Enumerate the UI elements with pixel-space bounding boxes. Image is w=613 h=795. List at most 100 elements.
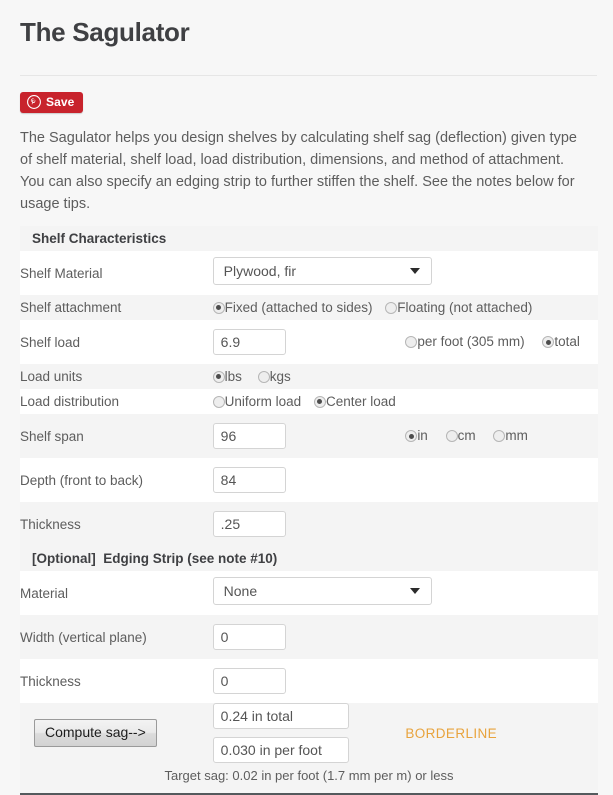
- shelf-material-label: Shelf Material: [20, 265, 103, 281]
- thickness-input[interactable]: [212, 511, 286, 537]
- depth-input-cell: [212, 458, 598, 502]
- span-unit-option-mm[interactable]: mm: [493, 426, 528, 446]
- pinterest-save-button[interactable]: Save: [20, 92, 84, 113]
- row-thickness: Thickness: [20, 502, 598, 546]
- radio-cm[interactable]: [445, 430, 458, 442]
- save-button-label: Save: [46, 95, 75, 109]
- load-distribution-option-uniform[interactable]: Uniform load: [212, 392, 302, 412]
- sagulator-page: The Sagulator Save The Sagulator helps y…: [0, 0, 613, 795]
- load-distribution-radio-group: Uniform load Center load: [212, 389, 598, 414]
- shelf-span-label: Shelf span: [20, 428, 84, 444]
- edging-material-value: None: [223, 582, 258, 599]
- chevron-down-icon: [409, 587, 420, 594]
- intro-paragraph: The Sagulator helps you design shelves b…: [20, 130, 577, 212]
- row-shelf-load: Shelf load per foot (305 mm) total: [20, 320, 598, 364]
- attachment-option-fixed[interactable]: Fixed (attached to sides): [212, 298, 373, 318]
- load-basis-total-label: total: [554, 334, 580, 349]
- row-target-note: Target sag: 0.02 in per foot (1.7 mm per…: [20, 763, 598, 790]
- span-unit-option-in[interactable]: in: [405, 426, 428, 446]
- row-load-distribution: Load distribution Uniform load Center lo…: [20, 389, 598, 414]
- load-units-radio-group: lbs kgs: [212, 364, 598, 389]
- row-results: Compute sag--> BORDERLINE: [20, 703, 598, 763]
- load-distribution-center-label: Center load: [325, 393, 396, 409]
- results-fields-cell: [212, 703, 406, 763]
- thickness-input-cell: [212, 502, 598, 546]
- load-units-lbs-label: lbs: [224, 368, 242, 384]
- load-units-option-lbs[interactable]: lbs: [212, 367, 242, 387]
- load-units-option-kgs[interactable]: kgs: [257, 367, 291, 387]
- load-units-label: Load units: [20, 369, 83, 384]
- radio-uniform-load[interactable]: [212, 395, 225, 408]
- thickness-label: Thickness: [20, 516, 81, 532]
- shelf-span-input[interactable]: [212, 423, 286, 449]
- span-unit-cm-label: cm: [457, 428, 476, 443]
- shelf-attachment-radio-group: Fixed (attached to sides) Floating (not …: [212, 295, 598, 320]
- target-sag-note: Target sag: 0.02 in per foot (1.7 mm per…: [20, 763, 598, 790]
- edging-heading-rest: Edging Strip (see note #10): [103, 551, 278, 566]
- edging-width-label: Width (vertical plane): [20, 629, 147, 645]
- radio-floating[interactable]: [385, 301, 398, 314]
- radio-lbs[interactable]: [212, 370, 225, 383]
- span-unit-radio-group: in cm mm: [405, 414, 598, 458]
- load-distribution-option-center[interactable]: Center load: [313, 392, 396, 412]
- radio-kgs[interactable]: [257, 370, 270, 383]
- attachment-option-floating[interactable]: Floating (not attached): [385, 298, 532, 318]
- depth-label: Depth (front to back): [20, 472, 144, 488]
- chevron-down-icon: [409, 267, 420, 274]
- edging-width-input-cell: [212, 615, 598, 659]
- content-area: The Sagulator Save The Sagulator helps y…: [0, 0, 613, 795]
- compute-sag-button[interactable]: Compute sag-->: [34, 719, 157, 747]
- verdict-text: BORDERLINE: [405, 725, 498, 741]
- edging-section-heading: [Optional] Edging Strip (see note #10): [20, 546, 598, 571]
- shelf-load-label: Shelf load: [20, 334, 81, 350]
- row-edging-thickness: Thickness: [20, 659, 598, 703]
- row-shelf-attachment: Shelf attachment Fixed (attached to side…: [20, 295, 598, 320]
- span-unit-in-label: in: [417, 428, 428, 443]
- shelf-load-input[interactable]: [212, 329, 286, 355]
- load-basis-per-foot-label: per foot (305 mm): [417, 334, 525, 349]
- sagulator-form: Shelf Characteristics Shelf Material Ply…: [20, 226, 598, 790]
- page-title: The Sagulator: [20, 17, 190, 47]
- shelf-span-input-cell: [212, 414, 406, 458]
- shelf-section-header: Shelf Characteristics: [20, 226, 598, 251]
- radio-fixed[interactable]: [212, 301, 225, 314]
- load-distribution-uniform-label: Uniform load: [224, 393, 302, 409]
- edging-thickness-label: Thickness: [20, 673, 81, 689]
- span-unit-option-cm[interactable]: cm: [445, 426, 476, 446]
- shelf-load-input-cell: [212, 320, 406, 364]
- edging-material-select[interactable]: None: [212, 576, 432, 605]
- row-shelf-span: Shelf span in cm mm: [20, 414, 598, 458]
- edging-width-input[interactable]: [212, 624, 286, 650]
- attachment-floating-label: Floating (not attached): [397, 299, 533, 315]
- shelf-material-value: Plywood, fir: [223, 262, 297, 279]
- row-edging-width: Width (vertical plane): [20, 615, 598, 659]
- row-load-units: Load units lbs kgs: [20, 364, 598, 389]
- shelf-section-heading: Shelf Characteristics: [20, 226, 598, 251]
- radio-per-foot[interactable]: [405, 336, 418, 348]
- save-button-wrapper: Save: [20, 76, 597, 114]
- attachment-fixed-label: Fixed (attached to sides): [224, 299, 373, 315]
- compute-button-cell: Compute sag-->: [20, 703, 213, 763]
- pinterest-icon: [27, 95, 41, 109]
- radio-in[interactable]: [405, 430, 418, 442]
- radio-center-load[interactable]: [313, 395, 326, 408]
- row-shelf-material: Shelf Material Plywood, fir: [20, 251, 598, 295]
- sag-per-foot-output: [212, 737, 349, 763]
- edging-thickness-input[interactable]: [212, 668, 286, 694]
- depth-input[interactable]: [212, 467, 286, 493]
- row-depth: Depth (front to back): [20, 458, 598, 502]
- radio-total[interactable]: [542, 336, 555, 348]
- edging-heading-bracket: [Optional]: [32, 551, 96, 566]
- edging-material-label: Material: [20, 585, 69, 601]
- edging-section-header: [Optional] Edging Strip (see note #10): [20, 546, 598, 571]
- radio-mm[interactable]: [493, 430, 506, 442]
- shelf-material-select[interactable]: Plywood, fir: [212, 256, 432, 285]
- load-distribution-label: Load distribution: [20, 394, 120, 409]
- row-edging-material: Material None: [20, 571, 598, 615]
- edging-thickness-input-cell: [212, 659, 598, 703]
- shelf-material-cell: Plywood, fir: [212, 251, 598, 295]
- shelf-attachment-label: Shelf attachment: [20, 300, 122, 315]
- sag-total-output: [212, 703, 349, 729]
- edging-material-cell: None: [212, 571, 598, 615]
- span-unit-mm-label: mm: [505, 428, 528, 443]
